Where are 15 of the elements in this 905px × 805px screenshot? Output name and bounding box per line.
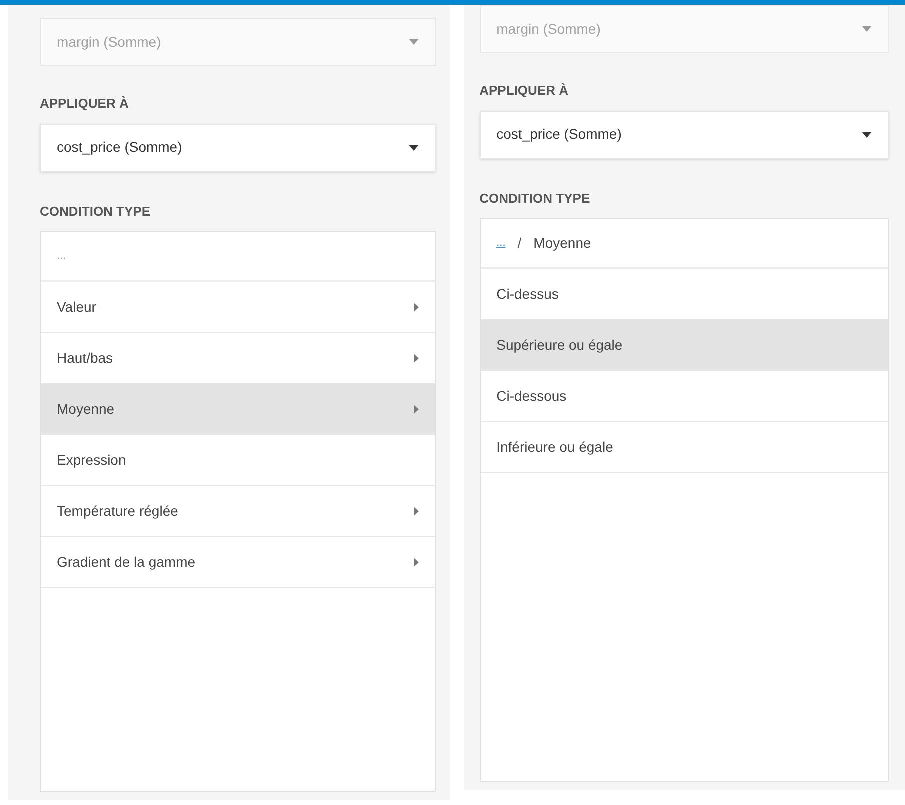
caret-icon bbox=[862, 132, 872, 138]
breadcrumb-current: ... bbox=[57, 248, 66, 264]
caret-icon bbox=[408, 39, 419, 45]
caret-icon bbox=[862, 26, 872, 32]
field-label: CONDITION TYPE bbox=[480, 190, 592, 208]
caret-icon bbox=[408, 144, 419, 150]
breadcrumb-current: Moyenne bbox=[534, 234, 592, 253]
dropdown[interactable]: cost_price (Somme) bbox=[480, 110, 889, 158]
field-label: CONDITION TYPE bbox=[40, 202, 152, 220]
field-label: APPLIQUER À bbox=[40, 95, 130, 113]
field-label: APPLIQUER À bbox=[480, 82, 570, 100]
condition-item[interactable]: Moyenne bbox=[41, 384, 435, 435]
dropdown[interactable]: cost_price (Somme) bbox=[40, 124, 436, 172]
condition-item[interactable]: Supérieure ou égale bbox=[480, 320, 888, 371]
breadcrumb-separator: / bbox=[518, 234, 522, 252]
